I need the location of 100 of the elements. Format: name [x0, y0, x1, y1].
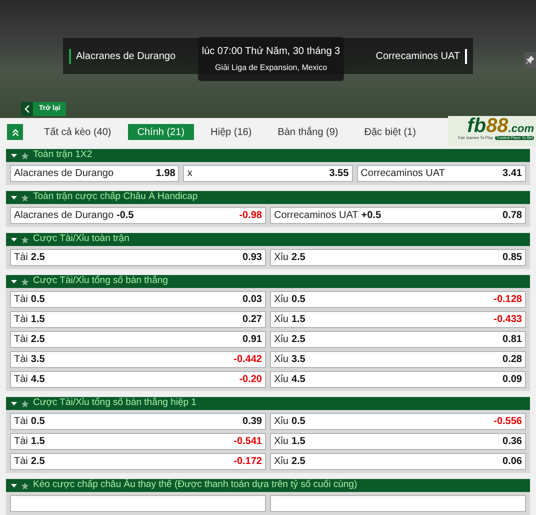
handicap-line: 0.5: [291, 415, 306, 429]
odds-button[interactable]: Alacranes de Durango -0.5 -0.98: [10, 207, 266, 224]
odds-button[interactable]: Correcaminos UAT +0.5 0.78: [270, 207, 526, 224]
odds-button[interactable]: Xỉu 0.5 -0.128: [270, 291, 526, 308]
market-header[interactable]: Cược Tài/Xỉu tổng số bàn thắng: [6, 275, 530, 288]
handicap-line: 2.5: [30, 455, 45, 469]
odds-button[interactable]: Tài 0.5 0.39: [10, 413, 266, 430]
odds-button[interactable]: Tài 2.5 0.91: [10, 331, 266, 348]
handicap-line: 2.5: [30, 251, 45, 265]
odds-button[interactable]: Tài 2.5 -0.172: [10, 453, 266, 470]
market-header[interactable]: Toàn trận 1X2: [6, 149, 530, 162]
odds-button[interactable]: Tài 4.5 -0.20: [10, 371, 266, 388]
odds-button[interactable]: Correcaminos UAT 3.41: [356, 165, 526, 182]
pin-icon[interactable]: [524, 52, 536, 68]
odds-value: 3.55: [329, 167, 349, 181]
odds-value: 0.36: [502, 435, 522, 449]
selection-label: Alacranes de Durango: [14, 209, 114, 223]
star-icon[interactable]: [21, 152, 29, 160]
odds-value: -0.433: [494, 313, 522, 327]
handicap-line: 2.5: [291, 455, 306, 469]
selection-label: Correcaminos UAT: [360, 167, 445, 181]
odds-button[interactable]: Xỉu 3.5 0.28: [270, 351, 526, 368]
odds-value: 0.39: [242, 415, 262, 429]
market-title: Cược Tài/Xỉu tổng số bàn thắng: [33, 274, 168, 288]
star-icon[interactable]: [21, 482, 29, 490]
filter-tab[interactable]: Tất cả kèo (40): [35, 124, 120, 140]
handicap-line: 3.5: [291, 353, 306, 367]
market-header[interactable]: Kèo cược chấp châu Âu thay thế (Được thanh toán dựa trên tỷ số cuối cùng): [6, 479, 530, 492]
filter-tab[interactable]: Đặc biệt (1): [355, 124, 425, 140]
odds-button[interactable]: Tài 2.5 0.93: [10, 249, 266, 266]
odds-button[interactable]: Tài 1.5 0.27: [10, 311, 266, 328]
handicap-line: 1.5: [291, 435, 306, 449]
star-icon[interactable]: [21, 194, 29, 202]
handicap-line: +0.5: [361, 209, 382, 223]
selection-label: Xỉu: [274, 373, 288, 387]
double-chevron-up-icon: [10, 128, 20, 136]
odds-button[interactable]: x 3.55: [183, 165, 353, 182]
chevron-left-icon: [21, 102, 33, 116]
star-icon[interactable]: [21, 400, 29, 408]
filter-tab[interactable]: Hiệp (16): [202, 124, 261, 140]
handicap-line: 1.5: [291, 313, 306, 327]
odds-button[interactable]: Xỉu 2.5 0.85: [270, 249, 526, 266]
odds-value: -0.556: [494, 415, 522, 429]
selection-label: Tài: [14, 435, 28, 449]
market-header[interactable]: Cược Tài/Xỉu tổng số bàn thắng hiệp 1: [6, 397, 530, 410]
selection-label: Tài: [14, 251, 28, 265]
market-title: Kèo cược chấp châu Âu thay thế (Được thanh toán dựa trên tỷ số cuối cùng): [33, 478, 358, 492]
selection-label: Tài: [14, 293, 28, 307]
selection-label: Xỉu: [274, 415, 288, 429]
selection-label: Tài: [14, 353, 28, 367]
market-title: Cược Tài/Xỉu toàn trận: [33, 232, 130, 246]
selection-label: Tài: [14, 415, 28, 429]
market-header[interactable]: Toàn trận cược chấp Châu Á Handicap: [6, 191, 530, 204]
handicap-line: 4.5: [291, 373, 306, 387]
odds-value: -0.541: [234, 435, 262, 449]
odds-button[interactable]: Xỉu 1.5 -0.433: [270, 311, 526, 328]
odds-value: 1.98: [156, 167, 176, 181]
selection-label: Xỉu: [274, 313, 288, 327]
odds-button[interactable]: Xỉu 1.5 0.36: [270, 433, 526, 450]
odds-value: 3.41: [502, 167, 522, 181]
handicap-line: 3.5: [30, 353, 45, 367]
odds-value: -0.20: [239, 373, 262, 387]
odds-button[interactable]: Xỉu 2.5 0.81: [270, 331, 526, 348]
market-header[interactable]: Cược Tài/Xỉu toàn trận: [6, 233, 530, 246]
odds-button[interactable]: Xỉu 2.5 0.06: [270, 453, 526, 470]
odds-button[interactable]: [10, 495, 266, 512]
handicap-line: 1.5: [30, 313, 45, 327]
odds-value: 0.28: [502, 353, 522, 367]
odds-button[interactable]: Xỉu 0.5 -0.556: [270, 413, 526, 430]
handicap-line: 0.5: [30, 293, 45, 307]
star-icon[interactable]: [21, 278, 29, 286]
filter-tab[interactable]: Bàn thắng (9): [268, 124, 348, 140]
odds-value: -0.442: [234, 353, 262, 367]
away-team: Correcaminos UAT: [376, 48, 467, 64]
selection-label: Xỉu: [274, 455, 288, 469]
odds-value: -0.98: [239, 209, 262, 223]
odds-value: 0.85: [502, 251, 522, 265]
selection-label: x: [187, 167, 192, 181]
selection-label: Tài: [14, 455, 28, 469]
selection-label: Xỉu: [274, 333, 288, 347]
odds-button[interactable]: Tài 1.5 -0.541: [10, 433, 266, 450]
odds-button[interactable]: [270, 495, 526, 512]
selection-label: Tài: [14, 333, 28, 347]
odds-button[interactable]: Tài 0.5 0.03: [10, 291, 266, 308]
handicap-line: 2.5: [291, 251, 306, 265]
collapse-all-button[interactable]: [7, 124, 23, 140]
selection-label: Alacranes de Durango: [14, 167, 114, 181]
odds-button[interactable]: Xỉu 4.5 0.09: [270, 371, 526, 388]
market-title: Cược Tài/Xỉu tổng số bàn thắng hiệp 1: [33, 396, 196, 410]
odds-button[interactable]: Alacranes de Durango 1.98: [10, 165, 180, 182]
handicap-line: 4.5: [30, 373, 45, 387]
handicap-line: -0.5: [116, 209, 134, 223]
selection-label: Xỉu: [274, 435, 288, 449]
selection-label: Tài: [14, 313, 28, 327]
odds-button[interactable]: Tài 3.5 -0.442: [10, 351, 266, 368]
filter-tab[interactable]: Chính (21): [128, 124, 194, 140]
handicap-line: 2.5: [30, 333, 45, 347]
star-icon[interactable]: [21, 236, 29, 244]
home-team: Alacranes de Durango: [69, 48, 176, 64]
selection-label: Tài: [14, 373, 28, 387]
